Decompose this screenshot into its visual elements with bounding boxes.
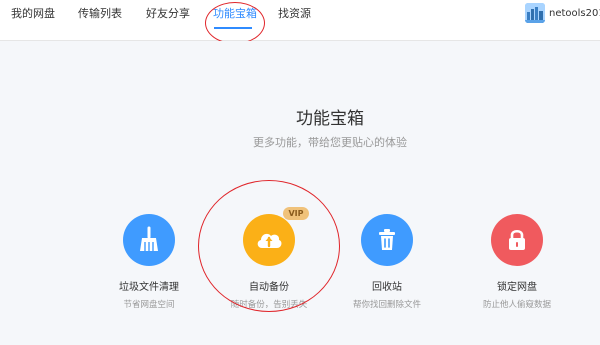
avatar[interactable] <box>525 3 545 23</box>
lock-icon <box>491 214 543 266</box>
tool-junk-cleanup[interactable]: 垃圾文件清理 节省网盘空间 <box>89 214 209 310</box>
tool-desc: 防止他人偷窥数据 <box>482 300 551 310</box>
tab-friend-share[interactable]: 好友分享 <box>146 0 190 40</box>
page-title: 功能宝箱 <box>296 109 364 129</box>
tab-transfer-list[interactable]: 传输列表 <box>78 0 122 40</box>
tool-desc: 帮你找回删除文件 <box>352 300 421 310</box>
tool-lock-netdisk[interactable]: 锁定网盘 防止他人偷窥数据 <box>457 214 577 310</box>
trash-icon <box>361 214 413 266</box>
broom-icon <box>123 214 175 266</box>
tool-name: 回收站 <box>372 282 402 293</box>
tab-my-netdisk[interactable]: 我的网盘 <box>11 0 55 40</box>
tool-recycle-bin[interactable]: 回收站 帮你找回删除文件 <box>327 214 447 310</box>
tab-find-resources[interactable]: 找资源 <box>278 0 311 40</box>
username[interactable]: netools2015 <box>549 0 600 28</box>
page-subtitle: 更多功能，带给您更贴心的体验 <box>253 136 407 149</box>
tool-desc: 节省网盘空间 <box>123 300 175 310</box>
tool-name: 锁定网盘 <box>497 282 537 293</box>
tool-name: 垃圾文件清理 <box>119 282 179 293</box>
top-nav-bar: 我的网盘 传输列表 好友分享 功能宝箱 找资源 netools2015 <box>0 0 600 44</box>
annotation-circle-backup <box>198 180 340 312</box>
annotation-circle-tab <box>205 2 265 44</box>
